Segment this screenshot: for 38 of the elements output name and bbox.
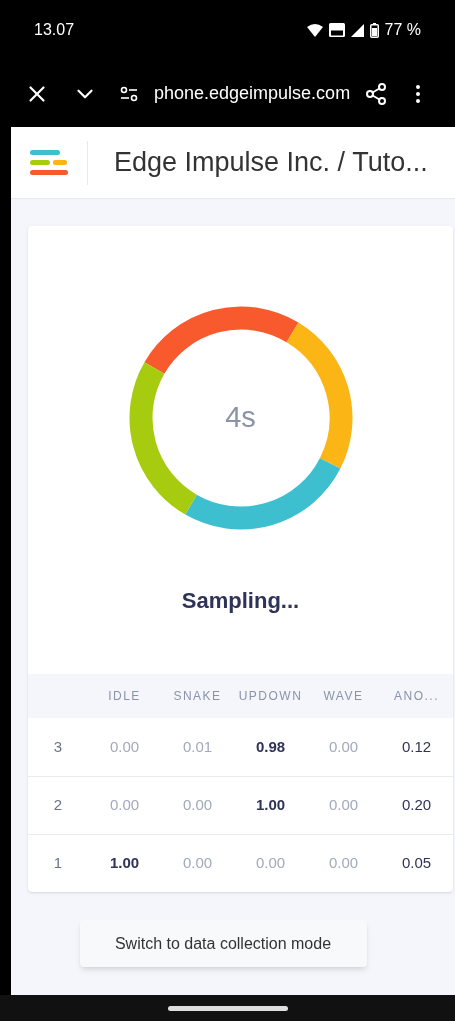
- row-index: 2: [53, 795, 63, 816]
- score-cell-text: 0.00: [255, 853, 286, 874]
- column-header: UPDOWN: [238, 688, 303, 705]
- score-cell-text: 0.00: [182, 795, 213, 816]
- status-time: 13.07: [34, 20, 75, 40]
- score-cell-text: 0.00: [182, 853, 213, 874]
- score-cell-text: 0.05: [401, 853, 432, 874]
- lte-icon: [328, 23, 345, 37]
- battery-icon: [369, 22, 379, 38]
- site-settings-icon[interactable]: [120, 85, 138, 102]
- signal-icon: [350, 23, 364, 37]
- score-cell-text: 1.00: [109, 853, 140, 874]
- score-cell-text: 0.00: [328, 795, 359, 816]
- url-text[interactable]: phone.edgeimpulse.com: [154, 80, 351, 107]
- switch-mode-button[interactable]: Switch to data collection mode: [79, 920, 367, 967]
- score-cell-text: 0.00: [109, 736, 140, 757]
- battery-percent: 77 %: [384, 20, 421, 40]
- share-button[interactable]: [364, 81, 389, 106]
- project-title: Edge Impulse Inc. / Tuto...: [114, 146, 428, 180]
- score-cell-text: 0.12: [401, 736, 432, 757]
- score-cell-text: 0.00: [109, 795, 140, 816]
- row-index: 3: [53, 736, 63, 757]
- column-header: WAVE: [323, 688, 364, 705]
- score-cell-text: 0.98: [255, 736, 286, 757]
- home-indicator[interactable]: [167, 1005, 288, 1011]
- column-header: ANO...: [394, 688, 439, 705]
- score-cell-text: 1.00: [255, 795, 286, 816]
- sampling-status: Sampling...: [181, 587, 300, 615]
- score-cell-text: 0.00: [328, 853, 359, 874]
- score-cell-text: 0.20: [401, 795, 432, 816]
- score-cell-text: 0.00: [328, 736, 359, 757]
- column-header: IDLE: [108, 688, 141, 705]
- score-cell-text: 0.01: [182, 736, 213, 757]
- row-index: 1: [53, 853, 63, 874]
- countdown-timer: 4s: [225, 400, 256, 436]
- logo-icon[interactable]: [30, 149, 68, 176]
- wifi-icon: [306, 23, 323, 37]
- column-header: SNAKE: [173, 688, 222, 705]
